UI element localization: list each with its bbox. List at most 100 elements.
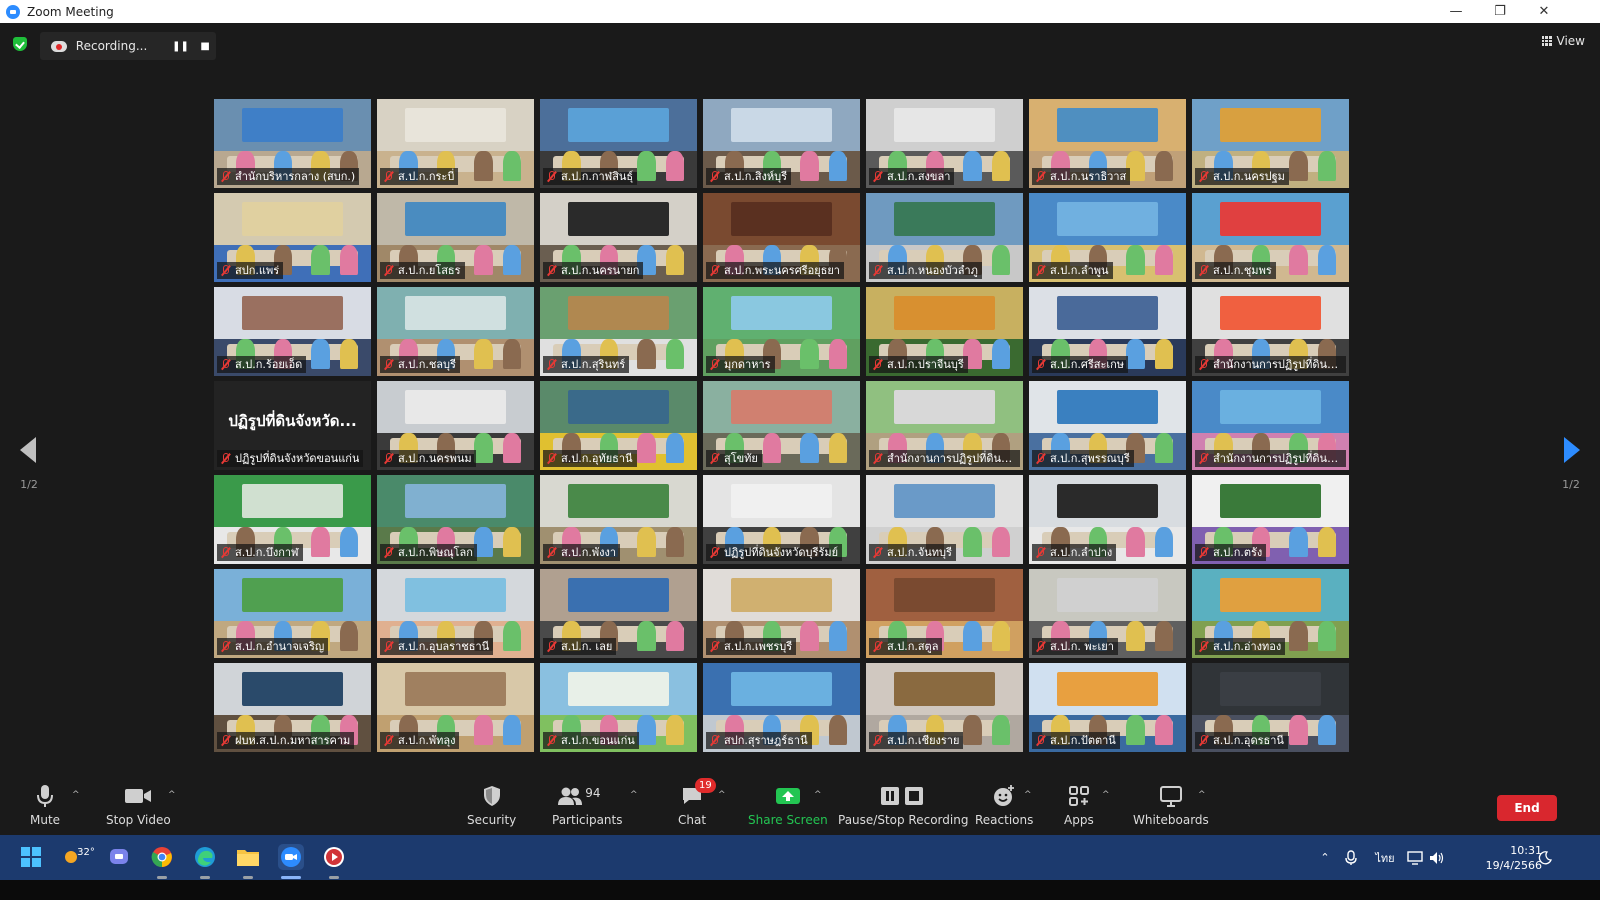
participant-video-tile[interactable]: สำนักงานการปฏิรูปที่ดินจ... (1192, 381, 1349, 470)
participant-video-tile[interactable]: ส.ป.ก.พระนครศรีอยุธยา (703, 193, 860, 282)
previous-page-arrow-icon[interactable] (16, 435, 40, 465)
participant-video-tile[interactable]: สปก.แพร่ (214, 193, 371, 282)
participant-video-tile[interactable]: ส.ป.ก.ร้อยเอ็ด (214, 287, 371, 376)
participant-video-tile[interactable]: ส.ป.ก.ตรัง (1192, 475, 1349, 564)
chat-bubble-icon: 19 (681, 778, 716, 808)
participant-video-tile[interactable]: ส.ป.ก.กาฬสินธุ์ (540, 99, 697, 188)
weather-widget-icon[interactable]: 32° (62, 844, 96, 870)
muted-microphone-icon (220, 735, 231, 746)
participant-video-tile[interactable]: ส.ป.ก.นราธิวาส (1029, 99, 1186, 188)
participant-video-tile[interactable]: ส.ป.ก.อุบลราชธานี (377, 569, 534, 658)
participant-video-tile[interactable]: ส.ป.ก. เลย (540, 569, 697, 658)
participant-name-text: ส.ป.ก.สุพรรณบุรี (1050, 452, 1130, 465)
stop-video-button[interactable]: Stop Video (106, 784, 171, 827)
stop-recording-button[interactable]: ■ (194, 36, 216, 56)
participant-video-tile[interactable]: ส.ป.ก.เพชรบุรี (703, 569, 860, 658)
participant-video-tile[interactable]: ส.ป.ก.ยโสธร (377, 193, 534, 282)
participant-video-tile[interactable]: ปฏิรูปที่ดินจังหวัด... ปฏิรูปที่ดินจังหวั… (214, 381, 371, 470)
participant-video-tile[interactable]: ส.ป.ก.สตูล (866, 569, 1023, 658)
audio-options-caret[interactable]: ^ (72, 790, 80, 800)
media-player-icon[interactable] (321, 844, 347, 870)
participant-video-tile[interactable]: ส.ป.ก.ขอนแก่น (540, 663, 697, 752)
participant-video-tile[interactable]: ส.ป.ก.สุพรรณบุรี (1029, 381, 1186, 470)
muted-microphone-icon (1035, 171, 1046, 182)
participant-video-tile[interactable]: ส.ป.ก.พิษณุโลก (377, 475, 534, 564)
participant-name-label: ส.ป.ก.ชลบุรี (380, 356, 460, 373)
participant-video-tile[interactable]: ส.ป.ก.ชุมพร (1192, 193, 1349, 282)
network-icon[interactable] (1404, 850, 1426, 865)
mute-button[interactable]: Mute (30, 784, 60, 827)
participant-video-tile[interactable]: สปก.สุราษฎร์ธานี (703, 663, 860, 752)
participant-video-tile[interactable]: ส.ป.ก.ศรีสะเกษ (1029, 287, 1186, 376)
participant-video-tile[interactable]: ส.ป.ก.นครปฐม (1192, 99, 1349, 188)
participant-video-tile[interactable]: สุโขทัย (703, 381, 860, 470)
participant-video-tile[interactable]: ส.ป.ก.นครนายก (540, 193, 697, 282)
participant-video-tile[interactable]: ส.ป.ก. พะเยา (1029, 569, 1186, 658)
notifications-moon-icon[interactable] (1538, 835, 1552, 880)
chrome-icon[interactable] (149, 844, 175, 870)
participant-video-tile[interactable]: ส.ป.ก.ปัตตานี (1029, 663, 1186, 752)
apps-button[interactable]: Apps (1064, 784, 1094, 827)
video-options-caret[interactable]: ^ (168, 790, 176, 800)
whiteboards-options-caret[interactable]: ^ (1198, 790, 1206, 800)
participant-video-tile[interactable]: ส.ป.ก.ลำพูน (1029, 193, 1186, 282)
participant-name-label: ส.ป.ก.สงขลา (869, 168, 955, 185)
pause-recording-button[interactable]: ❚❚ (170, 36, 192, 56)
restore-button[interactable]: ❐ (1478, 0, 1522, 23)
participant-video-tile[interactable]: ปฏิรูปที่ดินจังหวัดบุรีรัมย์ (703, 475, 860, 564)
chat-button[interactable]: 19 Chat (678, 778, 716, 827)
teams-chat-icon[interactable] (106, 844, 132, 870)
pause-stop-recording-button[interactable]: Pause/Stop Recording (838, 784, 968, 827)
participant-video-tile[interactable]: ส.ป.ก.กระบี่ (377, 99, 534, 188)
end-meeting-button[interactable]: End (1497, 795, 1557, 821)
participant-name-text: ส.ป.ก.ร้อยเอ็ด (235, 358, 303, 371)
windows-start-icon[interactable] (18, 844, 44, 870)
input-language[interactable]: ไทย (1366, 849, 1404, 867)
participant-video-tile[interactable]: ส.ป.ก.พังงา (540, 475, 697, 564)
participant-video-tile[interactable]: ส.ป.ก.พัทลุง (377, 663, 534, 752)
chat-options-caret[interactable]: ^ (718, 790, 726, 800)
next-page-arrow-icon[interactable] (1560, 435, 1584, 465)
participant-video-tile[interactable]: ส.ป.ก.สิงห์บุรี (703, 99, 860, 188)
participant-video-tile[interactable]: สำนักงานการปฏิรูปที่ดินจ... (1192, 287, 1349, 376)
participant-video-tile[interactable]: ส.ป.ก.สุรินทร์ (540, 287, 697, 376)
edge-icon[interactable] (192, 844, 218, 870)
encryption-shield-icon[interactable] (13, 37, 27, 51)
participant-video-tile[interactable]: ส.ป.ก.อุดรธานี (1192, 663, 1349, 752)
file-explorer-icon[interactable] (235, 844, 261, 870)
minimize-button[interactable]: — (1434, 0, 1478, 23)
muted-microphone-icon (1035, 453, 1046, 464)
participant-video-tile[interactable]: ส.ป.ก.อำนาจเจริญ (214, 569, 371, 658)
share-options-caret[interactable]: ^ (814, 790, 822, 800)
participant-video-tile[interactable]: ส.ป.ก.อ่างทอง (1192, 569, 1349, 658)
participants-button[interactable]: 94 Participants (552, 784, 623, 827)
participant-video-tile[interactable]: สำนักบริหารกลาง (สบก.) (214, 99, 371, 188)
participant-name-text: สำนักงานการปฏิรูปที่ดินจ... (1213, 452, 1342, 465)
volume-icon[interactable] (1426, 851, 1448, 865)
participant-video-tile[interactable]: ส.ป.ก.ชลบุรี (377, 287, 534, 376)
participant-video-tile[interactable]: ส.ป.ก.ลำปาง (1029, 475, 1186, 564)
view-button[interactable]: View (1541, 34, 1585, 48)
participant-video-tile[interactable]: ส.ป.ก.จันทบุรี (866, 475, 1023, 564)
show-hidden-icons-chevron-icon[interactable]: ⌃ (1314, 851, 1336, 864)
zoom-taskbar-icon[interactable] (278, 844, 304, 870)
microphone-tray-icon[interactable] (1336, 849, 1366, 866)
participant-name-tag: สำนักงานการปฏิรูปที่ดินจ... (869, 450, 1020, 467)
participants-options-caret[interactable]: ^ (630, 790, 638, 800)
bottom-strip (0, 880, 1600, 900)
participant-video-tile[interactable]: ส.ป.ก.ปราจีนบุรี (866, 287, 1023, 376)
participant-video-tile[interactable]: สำนักงานการปฏิรูปที่ดินจ... (866, 381, 1023, 470)
reactions-options-caret[interactable]: ^ (1024, 790, 1032, 800)
participant-video-tile[interactable]: มุกดาหาร (703, 287, 860, 376)
security-button[interactable]: Security (467, 784, 516, 827)
participant-video-tile[interactable]: ส.ป.ก.สงขลา (866, 99, 1023, 188)
participant-video-tile[interactable]: ส.ป.ก.อุทัยธานี (540, 381, 697, 470)
participant-video-tile[interactable]: ส.ป.ก.นครพนม (377, 381, 534, 470)
participant-video-tile[interactable]: ส.ป.ก.หนองบัวลำภู (866, 193, 1023, 282)
participant-video-tile[interactable]: ฝบห.ส.ป.ก.มหาสารคาม (214, 663, 371, 752)
participant-video-tile[interactable]: ส.ป.ก.เชียงราย (866, 663, 1023, 752)
taskbar-clock[interactable]: 10:31 19/4/2566 (1486, 843, 1542, 873)
close-button[interactable]: ✕ (1522, 0, 1566, 23)
participant-video-tile[interactable]: ส.ป.ก.บึงกาฬ (214, 475, 371, 564)
apps-options-caret[interactable]: ^ (1102, 790, 1110, 800)
